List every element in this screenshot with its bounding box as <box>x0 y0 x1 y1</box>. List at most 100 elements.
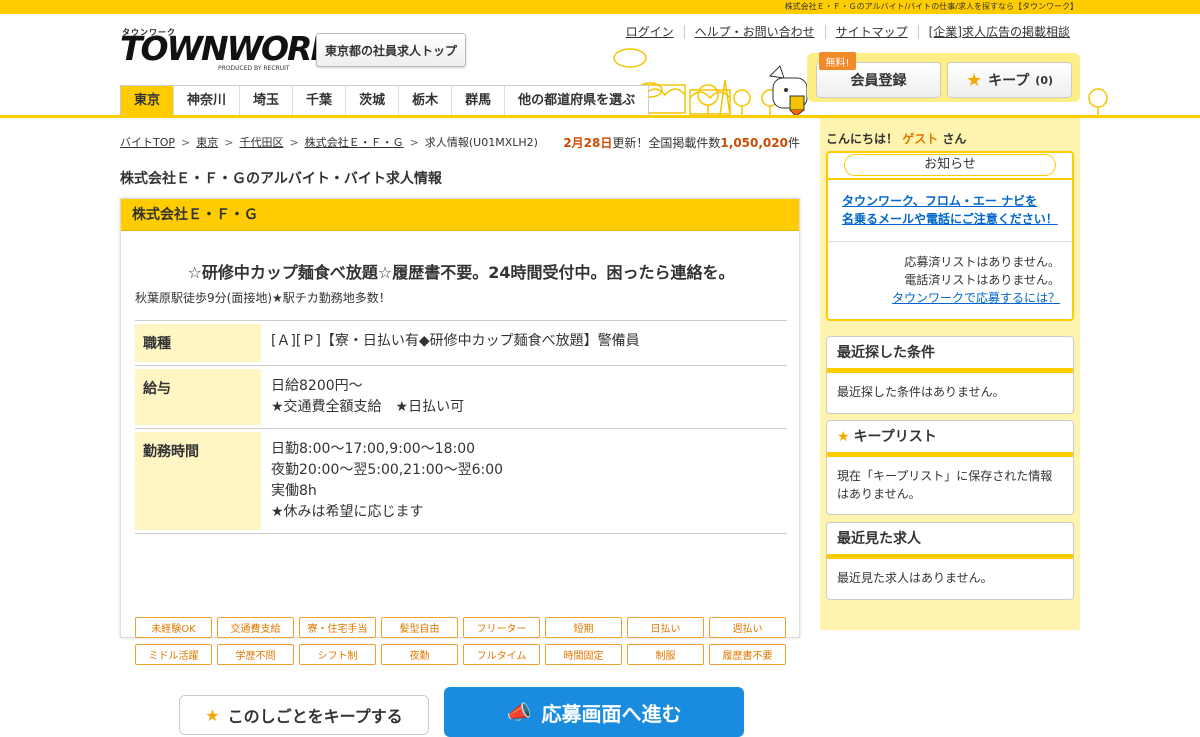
feature-tag[interactable]: 夜勤 <box>381 644 458 665</box>
recent-view-title: 最近見た求人 <box>827 523 1073 559</box>
sidebar: こんにちは！ ゲスト さん お知らせ タウンワーク、フロム・エー ナビを 名乗る… <box>820 118 1080 630</box>
register-label: 会員登録 <box>850 73 907 89</box>
feature-tag[interactable]: 履歴書不要 <box>709 644 786 665</box>
keep-job-button[interactable]: ★ このしごとをキープする <box>179 695 429 735</box>
breadcrumb-item[interactable]: 東京 <box>196 136 218 149</box>
top-banner: 株式会社Ｅ・Ｆ・Ｇのアルバイト/バイトの仕事/求人を探すなら【タウンワーク】 <box>0 0 1200 14</box>
feature-tag[interactable]: フリーター <box>463 617 540 638</box>
update-date: 2月28日 <box>563 136 613 150</box>
feature-tag[interactable]: 交通費支給 <box>217 617 294 638</box>
company-name: 株式会社Ｅ・Ｆ・Ｇ <box>121 199 799 231</box>
job-catchcopy: ☆研修中カップ麺食べ放題☆履歴書不要。24時間受付中。困ったら連絡を。 <box>187 263 735 282</box>
logo-wordmark: TOWNWORK <box>120 29 336 68</box>
keep-button[interactable]: ★ キープ (0) <box>947 62 1072 98</box>
feature-tag[interactable]: 短期 <box>545 617 622 638</box>
job-subcopy: 秋葉原駅徒歩9分(面接地)★駅チカ勤務地多数！ <box>135 291 391 305</box>
feature-tag[interactable]: フルタイム <box>463 644 540 665</box>
nav-tokyo[interactable]: 東京 <box>121 86 174 117</box>
recent-view-body: 最近見た求人はありません。 <box>837 571 993 585</box>
value-line: 日勤8:00～17:00,9:00～18:00 <box>271 441 476 457</box>
howto-apply-link[interactable]: タウンワークで応募するには？ <box>892 291 1060 305</box>
keep-list-header: ★ キープリスト <box>827 421 1073 457</box>
login-link[interactable]: ログイン <box>616 25 684 39</box>
table-row: 給与 日給8200円～ ★交通費全額支給 ★日払い可 <box>135 365 787 428</box>
feature-tag[interactable]: ミドル活躍 <box>135 644 212 665</box>
count-number: 1,050,020 <box>720 136 788 150</box>
breadcrumb-item[interactable]: 株式会社Ｅ・Ｆ・Ｇ <box>305 136 404 149</box>
apply-label: 応募画面へ進む <box>541 701 682 726</box>
notice-link[interactable]: 名乗るメールや電話にご注意ください！ <box>842 212 1058 226</box>
notice-link[interactable]: タウンワーク、フロム・エー ナビを <box>842 194 1037 208</box>
applied-list-status: 応募済リストはありません。 <box>904 255 1060 269</box>
ad-inquiry-link[interactable]: [企業]求人広告の掲載相談 <box>917 25 1080 39</box>
breadcrumb: バイトTOP > 東京 > 千代田区 > 株式会社Ｅ・Ｆ・Ｇ > 求人情報(U01MXLH2) <box>120 136 538 149</box>
feature-tag[interactable]: 時間固定 <box>545 644 622 665</box>
feature-tag[interactable]: 週払い <box>709 617 786 638</box>
nav-kanagawa[interactable]: 神奈川 <box>173 86 239 117</box>
job-detail-table: 職種 [Ａ][Ｐ]【寮・日払い有◆研修中カップ麺食べ放題】警備員 給与 日給82… <box>135 320 787 534</box>
table-row: 勤務時間 日勤8:00～17:00,9:00～18:00 夜勤20:00～翌5:… <box>135 428 787 534</box>
tokyo-top-button[interactable]: 東京都の社員求人トップ <box>316 33 466 67</box>
recent-search-box: 最近探した条件 最近探した条件はありません。 <box>826 336 1074 414</box>
feature-tag[interactable]: 髪型自由 <box>381 617 458 638</box>
value-line: [Ａ][Ｐ]【寮・日払い有◆研修中カップ麺食べ放題】警備員 <box>271 333 640 349</box>
apply-status: 応募済リストはありません。 電話済リストはありません。 タウンワークで応募するに… <box>892 253 1060 307</box>
header-links: ログイン ヘルプ・お問い合わせ サイトマップ [企業]求人広告の掲載相談 <box>616 25 1080 39</box>
keep-job-label: このしごとをキープする <box>227 707 403 726</box>
job-card: 株式会社Ｅ・Ｆ・Ｇ ☆研修中カップ麺食べ放題☆履歴書不要。24時間受付中。困った… <box>120 198 800 737</box>
value-line: 夜勤20:00～翌5:00,21:00～翌6:00 <box>271 462 504 478</box>
count-unit: 件 <box>787 136 800 150</box>
page-title: 株式会社Ｅ・Ｆ・Ｇのアルバイト・バイト求人情報 <box>120 171 442 187</box>
feature-tag[interactable]: 寮・住宅手当 <box>299 617 376 638</box>
count-text: 更新！全国掲載件数 <box>612 136 721 150</box>
keep-list-box: ★ キープリスト 現在「キープリスト」に保存された情報はありません。 <box>826 420 1074 515</box>
nav-other-prefectures[interactable]: 他の都道府県を選ぶ <box>504 86 648 117</box>
tagline: 株式会社Ｅ・Ｆ・Ｇのアルバイト/バイトの仕事/求人を探すなら【タウンワーク】 <box>784 2 1078 11</box>
greeting: こんにちは！ ゲスト さん <box>826 130 966 147</box>
main-content: バイトTOP > 東京 > 千代田区 > 株式会社Ｅ・Ｆ・Ｇ > 求人情報(U01MXLH2) … <box>120 118 800 737</box>
nav-gunma[interactable]: 群馬 <box>451 86 504 117</box>
nav-tochigi[interactable]: 栃木 <box>398 86 451 117</box>
feature-tag[interactable]: 制服 <box>627 644 704 665</box>
breadcrumb-current: 求人情報(U01MXLH2) <box>424 136 538 149</box>
value-line: 実働8h <box>271 483 317 499</box>
row-value: 日勤8:00～17:00,9:00～18:00 夜勤20:00～翌5:00,21… <box>261 432 787 530</box>
row-label: 勤務時間 <box>135 432 261 530</box>
notice-title: お知らせ <box>844 154 1056 176</box>
mascot-dog-icon <box>768 65 808 117</box>
sitemap-link[interactable]: サイトマップ <box>824 25 918 39</box>
nav-saitama[interactable]: 埼玉 <box>239 86 292 117</box>
row-value: 日給8200円～ ★交通費全額支給 ★日払い可 <box>261 369 787 425</box>
free-badge: 無料! <box>819 52 856 70</box>
value-line: 日給8200円～ <box>271 378 363 394</box>
nav-chiba[interactable]: 千葉 <box>292 86 345 117</box>
star-icon: ★ <box>837 428 850 445</box>
logo-recruit: PRODUCED BY RECRUIT <box>218 65 290 72</box>
star-icon: ★ <box>205 705 220 725</box>
keep-label: キープ <box>988 73 1030 89</box>
keep-count: (0) <box>1035 73 1054 87</box>
row-label: 職種 <box>135 324 261 362</box>
feature-tag[interactable]: 学歴不問 <box>217 644 294 665</box>
keep-list-title: キープリスト <box>853 428 937 445</box>
greeting-text: こんにちは！ <box>826 132 899 146</box>
table-row: 職種 [Ａ][Ｐ]【寮・日払い有◆研修中カップ麺食べ放題】警備員 <box>135 320 787 365</box>
apply-button[interactable]: 📣 応募画面へ進む <box>444 687 744 737</box>
nav-ibaraki[interactable]: 茨城 <box>345 86 398 117</box>
feature-tag[interactable]: シフト制 <box>299 644 376 665</box>
feature-tag[interactable]: 日払い <box>627 617 704 638</box>
breadcrumb-item[interactable]: バイトTOP <box>120 136 175 149</box>
value-line: ★交通費全額支給 ★日払い可 <box>271 399 465 415</box>
help-link[interactable]: ヘルプ・お問い合わせ <box>683 25 825 39</box>
member-box: 会員登録 無料! ★ キープ (0) <box>807 52 1080 102</box>
feature-tag[interactable]: 未経験OK <box>135 617 212 638</box>
recent-search-title: 最近探した条件 <box>827 337 1073 373</box>
called-list-status: 電話済リストはありません。 <box>904 273 1060 287</box>
keep-list-body: 現在「キープリスト」に保存された情報はありません。 <box>837 469 1053 501</box>
townwork-logo[interactable]: タウンワーク TOWNWORK PRODUCED BY RECRUIT <box>120 27 336 75</box>
row-label: 給与 <box>135 369 261 425</box>
breadcrumb-item[interactable]: 千代田区 <box>239 136 283 149</box>
star-icon: ★ <box>965 69 983 91</box>
greeting-suffix: さん <box>942 132 967 146</box>
guest-name: ゲスト <box>902 132 939 146</box>
